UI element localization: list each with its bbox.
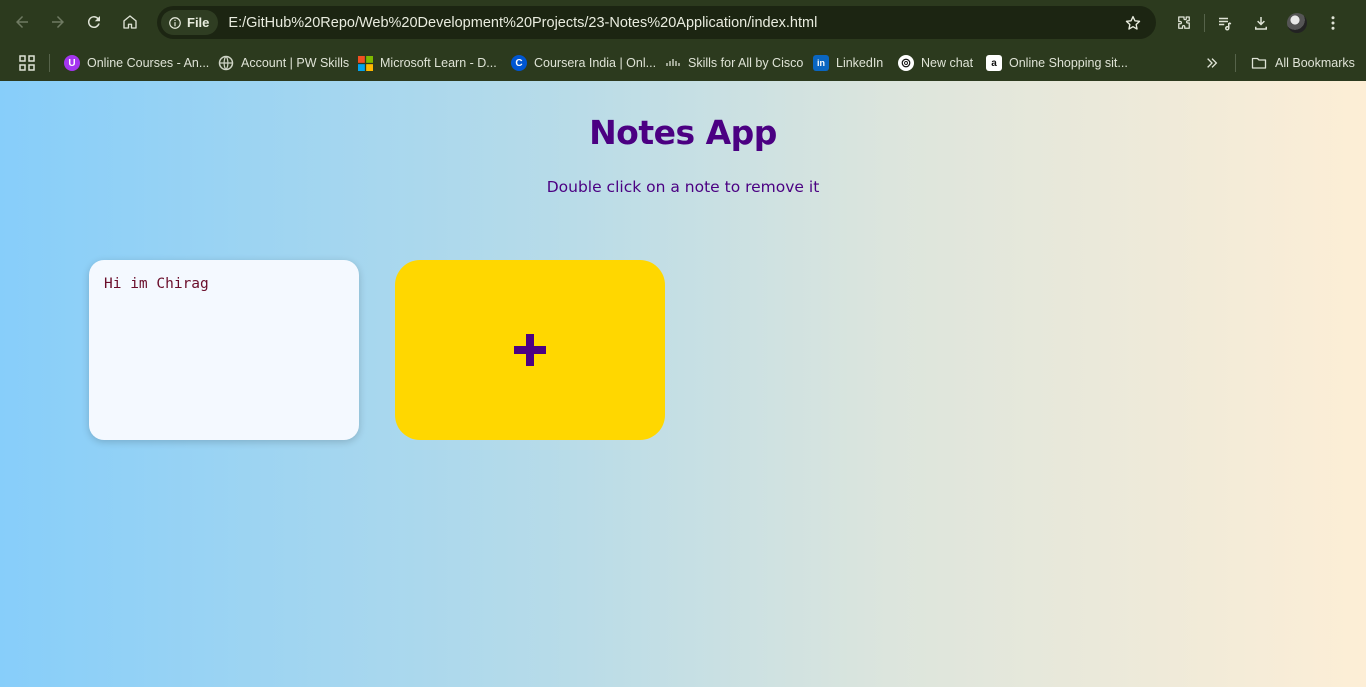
openai-icon: [898, 55, 914, 71]
bookmark-label: Account | PW Skills: [241, 56, 350, 70]
plus-icon: [514, 334, 546, 366]
address-bar[interactable]: File E:/GitHub%20Repo/Web%20Development%…: [157, 6, 1156, 39]
bookmark-label: Online Shopping sit...: [1009, 56, 1128, 70]
profile-button[interactable]: [1279, 5, 1315, 41]
download-icon: [1255, 16, 1267, 30]
browser-menu-button[interactable]: [1315, 5, 1351, 41]
cisco-icon: [665, 55, 681, 71]
more-bookmarks-button[interactable]: [1202, 54, 1222, 72]
forward-button[interactable]: [40, 4, 76, 40]
site-chip-label: File: [187, 15, 210, 30]
bookmark-label: Online Courses - An...: [87, 56, 210, 70]
page-title: Notes App: [589, 113, 777, 152]
bookmark-microsoft-learn[interactable]: Microsoft Learn - D...: [357, 50, 497, 76]
home-icon: [123, 15, 137, 29]
arrow-right-icon: [52, 16, 64, 28]
bookmarks-separator: [1235, 54, 1236, 72]
bookmark-udemy[interactable]: U Online Courses - An...: [64, 50, 209, 76]
media-queue-button[interactable]: [1207, 5, 1243, 41]
bookmark-label: Microsoft Learn - D...: [380, 56, 497, 70]
bookmark-label: LinkedIn: [836, 56, 884, 70]
add-note-button[interactable]: [395, 260, 665, 440]
puzzle-icon: [1178, 15, 1190, 29]
udemy-icon: U: [64, 55, 80, 71]
kebab-menu-icon: [1331, 15, 1335, 30]
microsoft-icon: [357, 55, 373, 71]
media-queue-icon: [1219, 17, 1232, 30]
bookmarks-separator: [49, 54, 50, 72]
back-button[interactable]: [4, 4, 40, 40]
bookmark-coursera[interactable]: C Coursera India | Onl...: [511, 50, 656, 76]
downloads-button[interactable]: [1243, 5, 1279, 41]
avatar: [1287, 12, 1307, 33]
apps-grid-icon: [19, 55, 35, 71]
all-bookmarks-label: All Bookmarks: [1275, 56, 1355, 70]
bookmark-label: Coursera India | Onl...: [534, 56, 657, 70]
info-icon: [169, 16, 181, 29]
star-icon: [1125, 15, 1141, 30]
bookmark-pw-skills[interactable]: Account | PW Skills: [218, 50, 349, 76]
bookmark-new-chat[interactable]: New chat: [898, 50, 973, 76]
reload-button[interactable]: [76, 4, 112, 40]
bookmark-cisco[interactable]: Skills for All by Cisco: [665, 50, 803, 76]
bookmark-label: Skills for All by Cisco: [688, 56, 804, 70]
bookmark-star-button[interactable]: [1120, 10, 1146, 36]
browser-toolbar: File E:/GitHub%20Repo/Web%20Development%…: [0, 0, 1366, 45]
arrow-left-icon: [16, 16, 28, 28]
globe-icon: [218, 55, 234, 71]
url-text[interactable]: E:/GitHub%20Repo/Web%20Development%20Pro…: [228, 15, 817, 31]
toolbar-separator: [1204, 13, 1205, 32]
bookmarks-bar: U Online Courses - An... Account | PW Sk…: [0, 45, 1366, 81]
all-bookmarks-button[interactable]: All Bookmarks: [1251, 50, 1355, 76]
folder-icon: [1251, 57, 1267, 69]
page-subtitle: Double click on a note to remove it: [546, 178, 820, 196]
toolbar-actions: [1166, 4, 1351, 41]
double-chevron-right-icon: [1207, 58, 1218, 68]
site-info-chip[interactable]: File: [161, 10, 219, 35]
extensions-button[interactable]: [1166, 5, 1202, 41]
reload-icon: [87, 16, 100, 29]
home-button[interactable]: [112, 4, 148, 40]
bookmark-amazon[interactable]: a Online Shopping sit...: [986, 50, 1128, 76]
amazon-icon: a: [986, 55, 1002, 71]
apps-button[interactable]: [16, 52, 38, 74]
coursera-icon: C: [511, 55, 527, 71]
bookmark-label: New chat: [921, 56, 974, 70]
page-viewport: Notes App Double click on a note to remo…: [0, 81, 1366, 687]
bookmark-linkedin[interactable]: in LinkedIn: [813, 50, 883, 76]
linkedin-icon: in: [813, 55, 829, 71]
note-textarea[interactable]: Hi im Chirag: [89, 260, 359, 440]
